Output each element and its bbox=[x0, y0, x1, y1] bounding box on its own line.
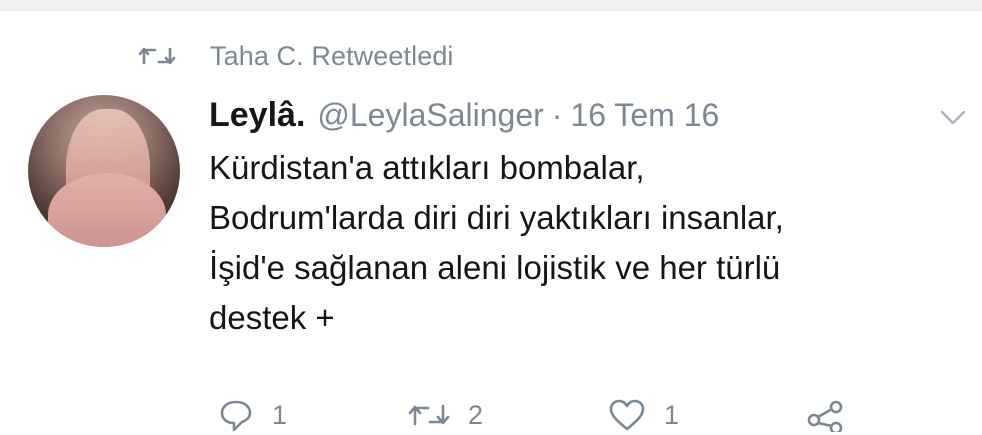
reply-count: 1 bbox=[272, 399, 288, 430]
top-divider bbox=[0, 0, 982, 11]
avatar-dress bbox=[48, 173, 166, 247]
reply-button[interactable]: 1 bbox=[218, 395, 287, 435]
avatar[interactable] bbox=[28, 95, 180, 247]
chevron-down-icon[interactable] bbox=[938, 102, 968, 132]
retweet-icon bbox=[138, 45, 176, 67]
share-button[interactable] bbox=[806, 395, 846, 435]
reply-icon bbox=[218, 398, 254, 432]
retweet-context[interactable]: Taha C. Retweetledi bbox=[138, 38, 454, 74]
like-button[interactable]: 1 bbox=[608, 395, 679, 435]
retweeted-by-label[interactable]: Taha C. Retweetledi bbox=[210, 41, 454, 72]
retweet-button[interactable]: 2 bbox=[408, 395, 483, 435]
display-name[interactable]: Leylâ. bbox=[209, 96, 305, 135]
tweet-actions: 1 2 1 bbox=[0, 395, 982, 435]
retweet-icon bbox=[408, 400, 450, 430]
tweet-text-line: destek + bbox=[209, 299, 335, 336]
user-handle[interactable]: @LeylaSalinger bbox=[317, 97, 543, 134]
tweet-text-line: Kürdistan'a attıkları bombalar, bbox=[209, 149, 645, 186]
header-separator: · bbox=[551, 97, 563, 133]
tweet-date[interactable]: 16 Tem 16 bbox=[570, 97, 719, 134]
tweet-text: Kürdistan'a attıkları bombalar, Bodrum'l… bbox=[209, 143, 969, 343]
like-count: 1 bbox=[664, 399, 680, 430]
tweet-header: Leylâ. @LeylaSalinger · 16 Tem 16 bbox=[209, 96, 719, 138]
tweet-text-line: Bodrum'larda diri diri yaktıkları insanl… bbox=[209, 199, 784, 236]
retweet-count: 2 bbox=[468, 399, 484, 430]
tweet-text-line: İşid'e sağlanan aleni lojistik ve her tü… bbox=[209, 249, 781, 286]
share-icon bbox=[806, 398, 846, 432]
heart-icon bbox=[608, 398, 646, 432]
